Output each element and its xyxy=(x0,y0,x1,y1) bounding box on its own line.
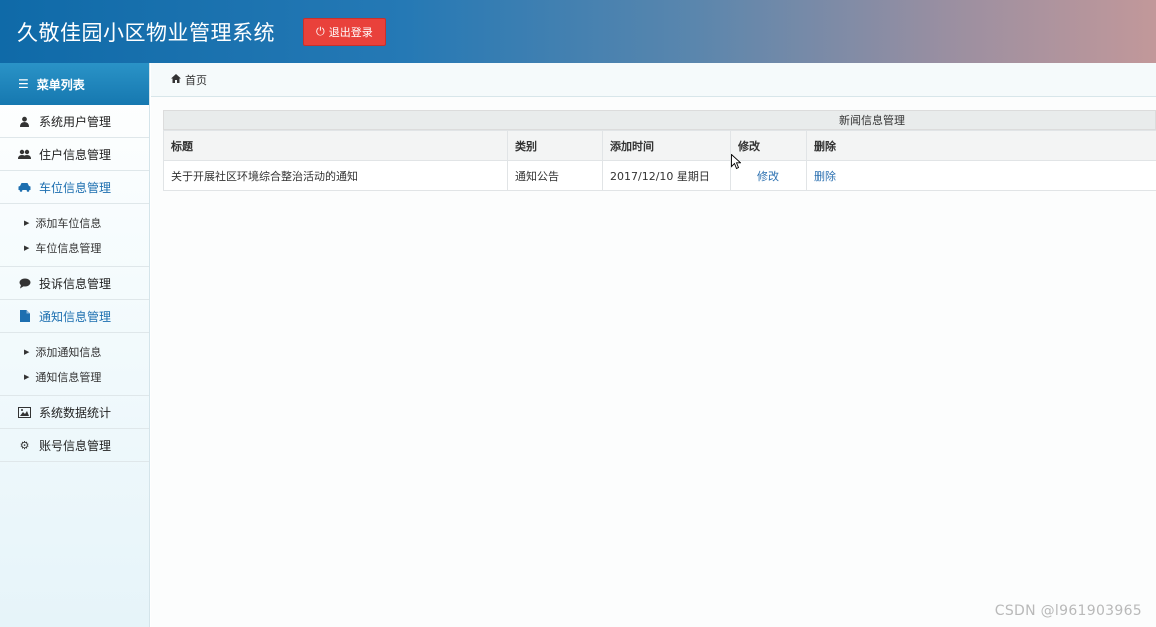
column-header: 添加时间 xyxy=(602,130,731,161)
sidebar-item-parking[interactable]: 车位信息管理 xyxy=(0,171,149,204)
sidebar-item-label: 账号信息管理 xyxy=(39,438,112,453)
panel-title: 新闻信息管理 xyxy=(163,110,1156,130)
logout-label: 退出登录 xyxy=(328,25,373,39)
cell-title: 关于开展社区环境综合整治活动的通知 xyxy=(163,160,508,191)
subitem-add-notice[interactable]: ▶ 添加通知信息 xyxy=(0,339,149,364)
subitem-label: 车位信息管理 xyxy=(35,241,102,255)
news-table: 标题 类别 添加时间 修改 删除 关于开展社区环境综合整治活动的通知 通知公告 … xyxy=(163,130,1156,191)
cell-category: 通知公告 xyxy=(507,160,603,191)
comment-icon xyxy=(18,278,31,289)
notice-submenu: ▶ 添加通知信息 ▶ 通知信息管理 xyxy=(0,333,149,396)
sidebar-item-notices[interactable]: 通知信息管理 xyxy=(0,300,149,333)
mouse-cursor-icon xyxy=(731,154,741,170)
column-header: 类别 xyxy=(507,130,603,161)
breadcrumb: 首页 xyxy=(151,63,1156,97)
car-icon xyxy=(18,182,31,192)
sidebar-item-label: 投诉信息管理 xyxy=(39,276,112,291)
sidebar-item-label: 住户信息管理 xyxy=(39,147,112,162)
picture-icon xyxy=(18,406,31,418)
subitem-label: 添加车位信息 xyxy=(35,216,102,230)
sidebar: ☰ 菜单列表 系统用户管理 住户信息管理 车位信息管理 ▶ 添加车位信息 ▶ 车… xyxy=(0,63,150,627)
column-header: 标题 xyxy=(163,130,508,161)
sidebar-item-account[interactable]: ⚙ 账号信息管理 xyxy=(0,429,149,462)
edit-link[interactable]: 修改 xyxy=(757,170,779,183)
delete-link[interactable]: 删除 xyxy=(814,170,836,183)
logout-button[interactable]: ⏻ 退出登录 xyxy=(303,17,386,46)
gear-icon: ⚙ xyxy=(19,438,30,452)
sidebar-item-label: 车位信息管理 xyxy=(39,180,112,195)
sidebar-item-statistics[interactable]: 系统数据统计 xyxy=(0,396,149,429)
subitem-manage-notice[interactable]: ▶ 通知信息管理 xyxy=(0,364,149,389)
sidebar-item-residents[interactable]: 住户信息管理 xyxy=(0,138,149,171)
cell-time: 2017/12/10 星期日 xyxy=(602,160,731,191)
watermark: CSDN @l961903965 xyxy=(994,603,1142,619)
sidebar-item-complaints[interactable]: 投诉信息管理 xyxy=(0,267,149,300)
caret-right-icon: ▶ xyxy=(24,243,30,252)
column-header: 修改 xyxy=(730,130,807,161)
sidebar-item-label: 系统用户管理 xyxy=(39,114,112,129)
app-title: 久敬佳园小区物业管理系统 xyxy=(17,20,275,45)
news-panel: 新闻信息管理 标题 类别 添加时间 修改 删除 关于开展社区环境综合整治活动的通… xyxy=(163,110,1156,191)
table-row: 关于开展社区环境综合整治活动的通知 通知公告 2017/12/10 星期日 修改… xyxy=(163,160,1156,191)
app-header: 久敬佳园小区物业管理系统 ⏻ 退出登录 xyxy=(0,0,1156,63)
main-content: 新闻信息管理 标题 类别 添加时间 修改 删除 关于开展社区环境综合整治活动的通… xyxy=(151,97,1156,627)
menu-header: ☰ 菜单列表 xyxy=(0,63,149,105)
list-icon: ☰ xyxy=(18,77,29,91)
power-icon: ⏻ xyxy=(316,24,325,38)
table-header-row: 标题 类别 添加时间 修改 删除 xyxy=(163,130,1156,161)
caret-right-icon: ▶ xyxy=(24,372,30,381)
subitem-manage-parking[interactable]: ▶ 车位信息管理 xyxy=(0,235,149,260)
subitem-label: 通知信息管理 xyxy=(35,370,102,384)
subitem-add-parking[interactable]: ▶ 添加车位信息 xyxy=(0,210,149,235)
column-header: 删除 xyxy=(806,130,1156,161)
caret-right-icon: ▶ xyxy=(24,218,30,227)
home-icon xyxy=(171,73,181,86)
delete-cell: 删除 xyxy=(806,160,1156,191)
caret-right-icon: ▶ xyxy=(24,347,30,356)
user-icon xyxy=(18,116,31,127)
parking-submenu: ▶ 添加车位信息 ▶ 车位信息管理 xyxy=(0,204,149,267)
menu-title: 菜单列表 xyxy=(36,77,85,92)
edit-cell: 修改 xyxy=(730,160,807,191)
subitem-label: 添加通知信息 xyxy=(35,345,102,359)
users-icon xyxy=(18,149,31,160)
file-icon xyxy=(18,310,31,322)
breadcrumb-home[interactable]: 首页 xyxy=(185,72,207,88)
sidebar-item-label: 系统数据统计 xyxy=(39,405,112,420)
sidebar-item-system-users[interactable]: 系统用户管理 xyxy=(0,105,149,138)
sidebar-item-label: 通知信息管理 xyxy=(39,309,112,324)
